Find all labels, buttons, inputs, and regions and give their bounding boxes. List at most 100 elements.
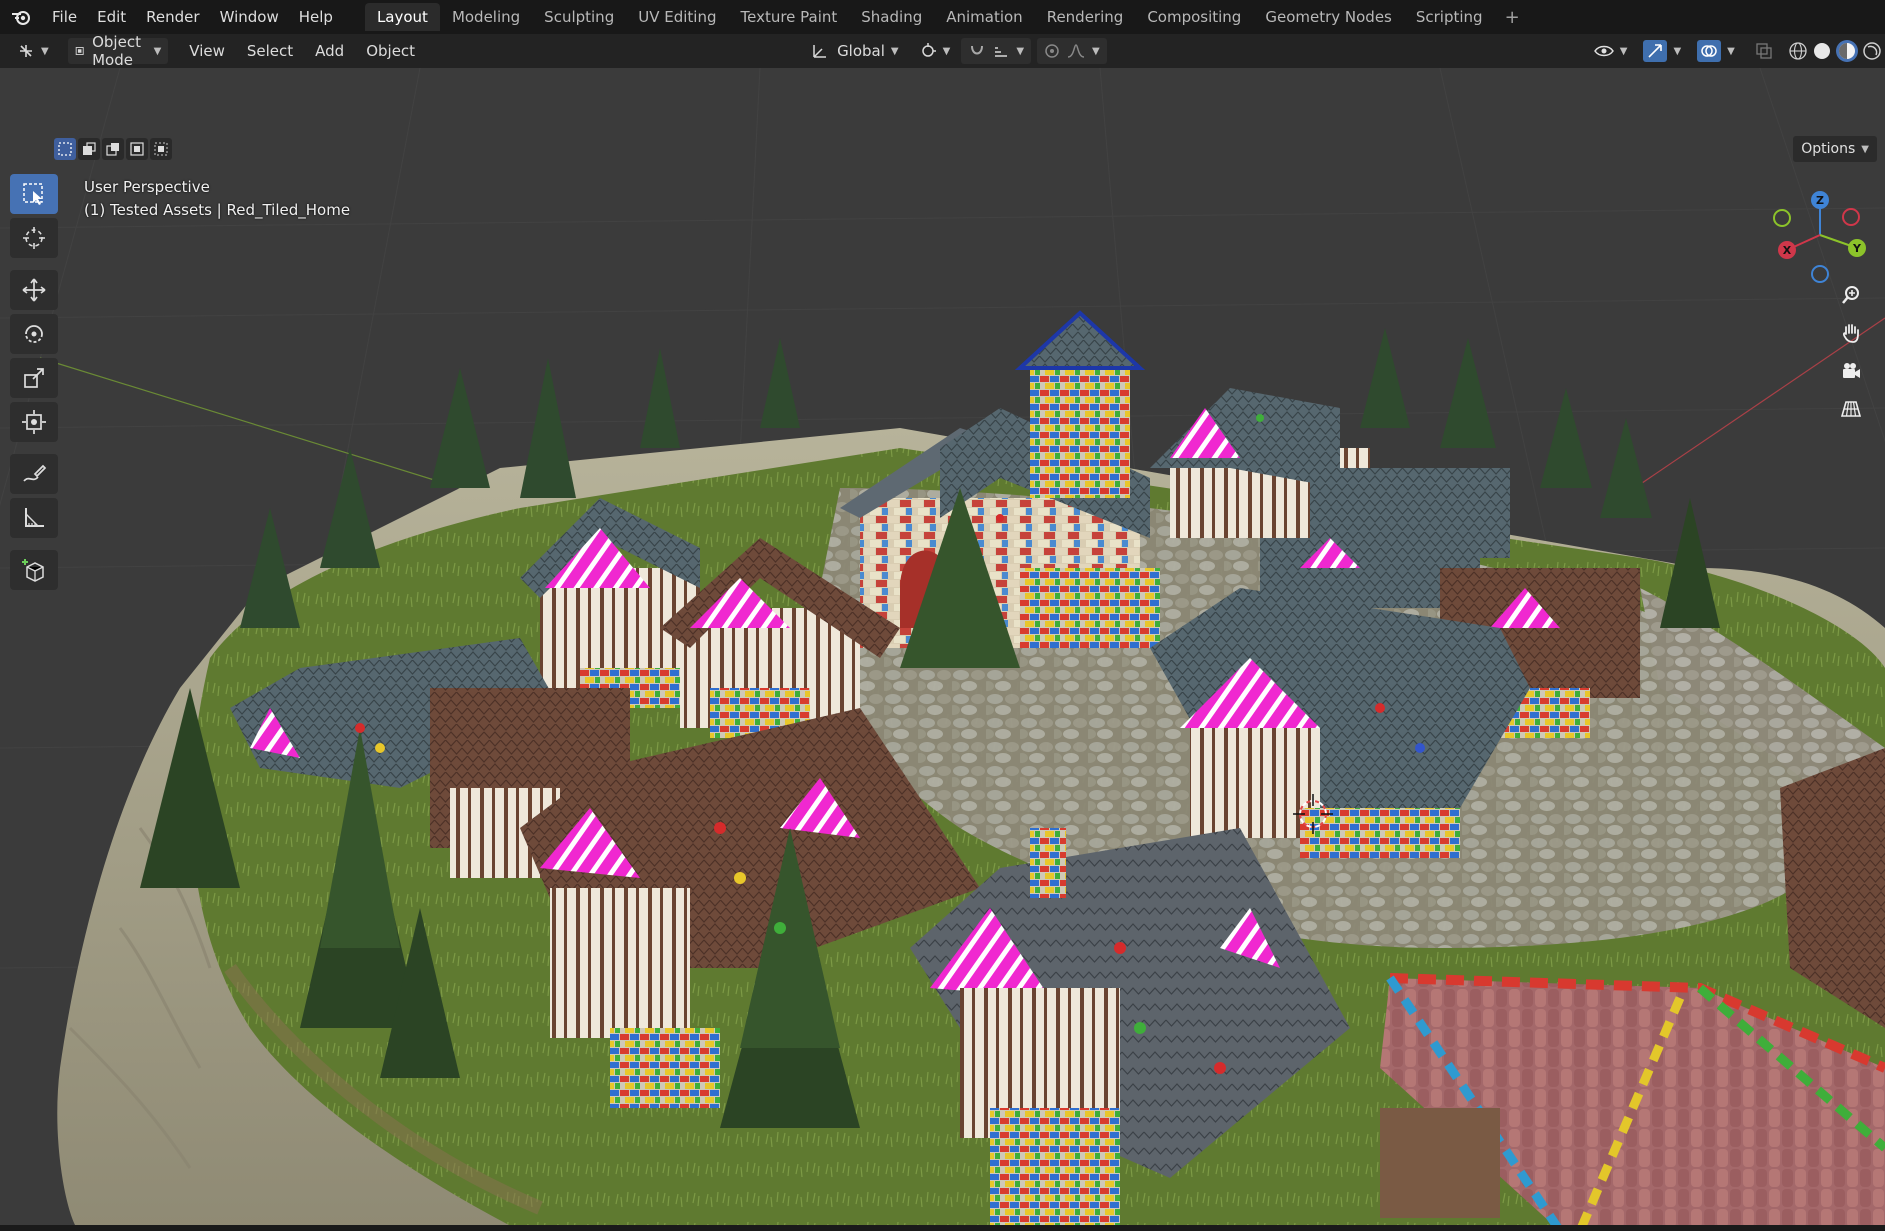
menu-add[interactable]: Add [308,38,351,64]
snap-increment-icon [995,47,1008,57]
tool-select-box[interactable] [10,174,58,214]
menu-view[interactable]: View [182,38,232,64]
tool-transform[interactable] [10,402,58,442]
tab-modeling[interactable]: Modeling [440,3,532,31]
navigation-gizmo[interactable]: Z Y X [1765,180,1875,290]
menu-edit[interactable]: Edit [87,0,136,34]
object-mode-icon [75,47,84,55]
material-shading-icon[interactable] [1837,41,1857,61]
gizmo-z-label: Z [1816,194,1824,207]
tool-add-cube[interactable] [10,550,58,590]
select-new-button[interactable] [54,138,76,160]
select-intersect-button[interactable] [150,138,172,160]
overlay-icon [1701,45,1717,57]
snap-icon [971,45,984,55]
solid-shading-icon[interactable] [1812,41,1832,61]
transform-orientation-dropdown[interactable]: Global ▼ [804,38,906,64]
perspective-toggle-button[interactable] [1833,392,1869,426]
menu-render[interactable]: Render [136,0,209,34]
chevron-down-icon: ▼ [890,45,899,57]
rotate-icon [25,325,43,343]
tool-move[interactable] [10,270,58,310]
pivot-icon [921,43,936,57]
tab-uv-editing[interactable]: UV Editing [626,3,728,31]
measure-icon [25,508,44,527]
tab-shading[interactable]: Shading [849,3,934,31]
tab-compositing[interactable]: Compositing [1135,3,1253,31]
add-cube-icon [22,559,44,582]
select-invert-button[interactable] [126,138,148,160]
visibility-dropdown[interactable]: ▼ [1587,38,1635,64]
gizmo-x-label: X [1783,244,1792,257]
pan-button[interactable] [1833,316,1869,350]
camera-icon [1843,363,1860,378]
menu-select[interactable]: Select [240,38,300,64]
pivot-dropdown[interactable]: ▼ [912,38,958,64]
menu-window[interactable]: Window [210,0,289,34]
menu-help[interactable]: Help [289,0,343,34]
tab-rendering[interactable]: Rendering [1035,3,1136,31]
chevron-down-icon: ▼ [1673,45,1682,57]
blender-logo-icon[interactable] [0,0,42,34]
top-menubar: File Edit Render Window Help Layout Mode… [0,0,1885,34]
chevron-down-icon: ▼ [1727,45,1735,57]
proportional-edit-toggle[interactable]: ▼ [1037,38,1107,64]
select-invert-icon [130,142,144,156]
tab-layout[interactable]: Layout [364,3,440,31]
mode-dropdown[interactable]: Object Mode ▼ [67,33,169,69]
options-dropdown[interactable]: Options ▼ [1793,136,1877,162]
tab-geometry-nodes[interactable]: Geometry Nodes [1253,3,1404,31]
menu-object[interactable]: Object [359,38,422,64]
zoom-icon [1842,286,1859,304]
mode-label: Object Mode [92,33,141,69]
tool-scale[interactable] [10,358,58,398]
tab-sculpting[interactable]: Sculpting [532,3,626,31]
scale-icon [24,368,44,388]
chevron-down-icon: ▼ [153,45,162,57]
gizmo-toggle[interactable]: ▼ [1636,38,1688,64]
zoom-button[interactable] [1833,278,1869,312]
xray-toggle[interactable] [1748,38,1780,64]
tab-scripting[interactable]: Scripting [1404,3,1495,31]
overlay-toggle[interactable]: ▼ [1690,38,1742,64]
menu-file[interactable]: File [42,0,87,34]
select-subtract-icon [106,143,119,156]
transform-orientation-label: Global [837,42,885,60]
add-workspace-button[interactable]: + [1495,7,1530,28]
chevron-down-icon: ▼ [1016,45,1025,57]
rendered-shading-icon[interactable] [1862,41,1882,61]
chevron-down-icon: ▼ [1861,143,1869,155]
proportional-icon [1045,44,1059,58]
editor-type-dropdown[interactable]: ▼ [10,38,56,64]
perspective-label: User Perspective [84,178,210,196]
select-extend-button[interactable] [78,138,100,160]
tool-annotate[interactable] [10,454,58,494]
viewport-header: ▼ Object Mode ▼ View Select Add Object G… [0,33,1885,69]
chevron-down-icon: ▼ [1619,45,1628,57]
select-subtract-button[interactable] [102,138,124,160]
xray-icon [1756,43,1772,59]
tab-animation[interactable]: Animation [934,3,1034,31]
select-intersect-icon [154,142,168,156]
3d-viewport[interactable]: Options ▼ User Perspective (1) Tested As… [0,68,1885,1231]
chevron-down-icon: ▼ [41,45,49,57]
camera-view-button[interactable] [1833,354,1869,388]
editor-type-icon [20,45,32,57]
hand-icon [1843,324,1859,343]
bottom-edge [0,1225,1885,1231]
tab-texture-paint[interactable]: Texture Paint [728,3,849,31]
tool-rotate[interactable] [10,314,58,354]
wireframe-shading-icon[interactable] [1788,41,1808,61]
tool-measure[interactable] [10,498,58,538]
select-new-icon [58,142,72,156]
viewport-info: User Perspective (1) Tested Assets | Red… [84,176,350,222]
snap-toggle[interactable]: ▼ [961,38,1032,64]
transform-orientation-icon [813,45,827,58]
select-extend-icon [83,142,96,155]
visibility-icon [1593,45,1614,57]
grid-toggle-icon [1840,401,1862,417]
chevron-down-icon: ▼ [1092,45,1100,57]
transform-icon [22,410,46,434]
tool-shelf [10,174,60,594]
tool-cursor[interactable] [10,218,58,258]
